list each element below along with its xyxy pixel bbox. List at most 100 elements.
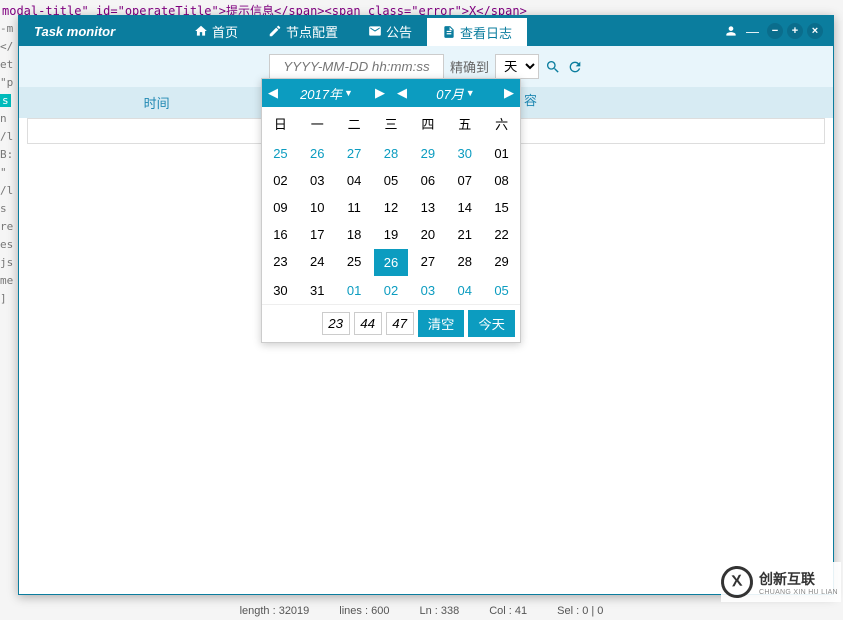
day-cell[interactable]: 10 [299, 194, 336, 221]
day-cell[interactable]: 15 [483, 194, 520, 221]
day-cell[interactable]: 26 [374, 249, 409, 276]
brand-logo: X 创新互联 CHUANG XIN HU LIAN [721, 562, 841, 602]
precision-select[interactable]: 天 [495, 54, 539, 79]
day-cell[interactable]: 05 [373, 167, 410, 194]
day-cell[interactable]: 01 [483, 140, 520, 167]
modal-header: Task monitor 首页 节点配置 公告 查看日志 — − [19, 16, 833, 46]
status-col: Col : 41 [489, 605, 527, 617]
weekday-label: 四 [409, 107, 446, 140]
caret-down-icon: ▼ [344, 88, 353, 98]
day-cell[interactable]: 12 [373, 194, 410, 221]
weekday-label: 三 [373, 107, 410, 140]
day-cell[interactable]: 30 [446, 140, 483, 167]
header-right: — − + × [724, 23, 833, 39]
day-cell[interactable]: 21 [446, 221, 483, 248]
month-next-icon[interactable]: ▶ [498, 79, 520, 107]
year-next-icon[interactable]: ▶ [369, 79, 391, 107]
day-cell[interactable]: 04 [336, 167, 373, 194]
tab-view-log[interactable]: 查看日志 [427, 16, 527, 46]
day-cell[interactable]: 29 [483, 248, 520, 277]
day-cell[interactable]: 02 [373, 277, 410, 304]
weekday-label: 六 [483, 107, 520, 140]
day-cell[interactable]: 18 [336, 221, 373, 248]
nav-tabs: 首页 节点配置 公告 查看日志 [179, 16, 527, 46]
status-ln: Ln : 338 [419, 605, 459, 617]
tab-node-config[interactable]: 节点配置 [253, 16, 353, 46]
day-cell[interactable]: 19 [373, 221, 410, 248]
column-time: 时间 [19, 87, 294, 118]
day-cell[interactable]: 16 [262, 221, 299, 248]
day-cell[interactable]: 05 [483, 277, 520, 304]
day-cell[interactable]: 08 [483, 167, 520, 194]
close-button[interactable]: × [807, 23, 823, 39]
refresh-icon[interactable] [567, 59, 583, 75]
day-cell[interactable]: 25 [336, 248, 373, 277]
day-cell[interactable]: 26 [299, 140, 336, 167]
app-title: Task monitor [19, 24, 179, 39]
tab-label: 首页 [212, 22, 238, 41]
maximize-button[interactable]: + [787, 23, 803, 39]
day-cell[interactable]: 03 [299, 167, 336, 194]
day-cell[interactable]: 03 [409, 277, 446, 304]
day-cell[interactable]: 14 [446, 194, 483, 221]
date-input[interactable] [269, 54, 444, 79]
search-icon[interactable] [545, 59, 561, 75]
day-cell[interactable]: 07 [446, 167, 483, 194]
envelope-icon [368, 24, 382, 38]
today-button[interactable]: 今天 [468, 310, 515, 337]
day-cell[interactable]: 11 [336, 194, 373, 221]
day-cell[interactable]: 29 [409, 140, 446, 167]
datepicker: ◀ 2017年▼ ▶ ◀ 07月▼ ▶ 日一二三四五六 252627282930… [261, 78, 521, 343]
day-cell[interactable]: 20 [409, 221, 446, 248]
month-nav: ◀ 07月▼ ▶ [391, 79, 520, 107]
day-cell[interactable]: 17 [299, 221, 336, 248]
tab-notice[interactable]: 公告 [353, 16, 427, 46]
day-cell[interactable]: 25 [262, 140, 299, 167]
day-cell[interactable]: 22 [483, 221, 520, 248]
status-length: length : 32019 [240, 605, 310, 617]
precision-label: 精确到 [450, 57, 489, 76]
user-label: — [746, 24, 759, 39]
weekday-label: 日 [262, 107, 299, 140]
weekday-label: 一 [299, 107, 336, 140]
file-icon [442, 25, 456, 39]
year-prev-icon[interactable]: ◀ [262, 79, 284, 107]
left-code-strip: -m</et"psn/lB:"/lsreesjsme] [0, 20, 18, 600]
tab-home[interactable]: 首页 [179, 16, 253, 46]
day-cell[interactable]: 02 [262, 167, 299, 194]
clear-button[interactable]: 清空 [418, 310, 465, 337]
content-hint-char: 容 [524, 90, 537, 109]
datepicker-header: ◀ 2017年▼ ▶ ◀ 07月▼ ▶ [262, 79, 520, 107]
day-cell[interactable]: 01 [336, 277, 373, 304]
datepicker-weekdays: 日一二三四五六 [262, 107, 520, 140]
day-cell[interactable]: 09 [262, 194, 299, 221]
day-cell[interactable]: 27 [336, 140, 373, 167]
time-ss[interactable] [386, 312, 414, 335]
day-cell[interactable]: 27 [409, 248, 446, 277]
minimize-button[interactable]: − [767, 23, 783, 39]
status-bar: length : 32019 lines : 600 Ln : 338 Col … [0, 605, 843, 617]
status-lines: lines : 600 [339, 605, 389, 617]
day-cell[interactable]: 06 [409, 167, 446, 194]
logo-cn: 创新互联 [759, 569, 838, 589]
day-cell[interactable]: 13 [409, 194, 446, 221]
logo-en: CHUANG XIN HU LIAN [759, 589, 838, 596]
day-cell[interactable]: 28 [373, 140, 410, 167]
day-cell[interactable]: 04 [446, 277, 483, 304]
home-icon [194, 24, 208, 38]
tab-label: 查看日志 [460, 23, 512, 42]
weekday-label: 二 [336, 107, 373, 140]
month-prev-icon[interactable]: ◀ [391, 79, 413, 107]
day-cell[interactable]: 23 [262, 248, 299, 277]
status-sel: Sel : 0 | 0 [557, 605, 603, 617]
day-cell[interactable]: 24 [299, 248, 336, 277]
day-cell[interactable]: 30 [262, 277, 299, 304]
datepicker-footer: 清空 今天 [262, 304, 520, 342]
logo-mark: X [720, 565, 755, 600]
day-cell[interactable]: 28 [446, 248, 483, 277]
user-icon[interactable] [724, 24, 738, 38]
year-nav: ◀ 2017年▼ ▶ [262, 79, 391, 107]
time-hh[interactable] [322, 312, 350, 335]
day-cell[interactable]: 31 [299, 277, 336, 304]
time-mm[interactable] [354, 312, 382, 335]
